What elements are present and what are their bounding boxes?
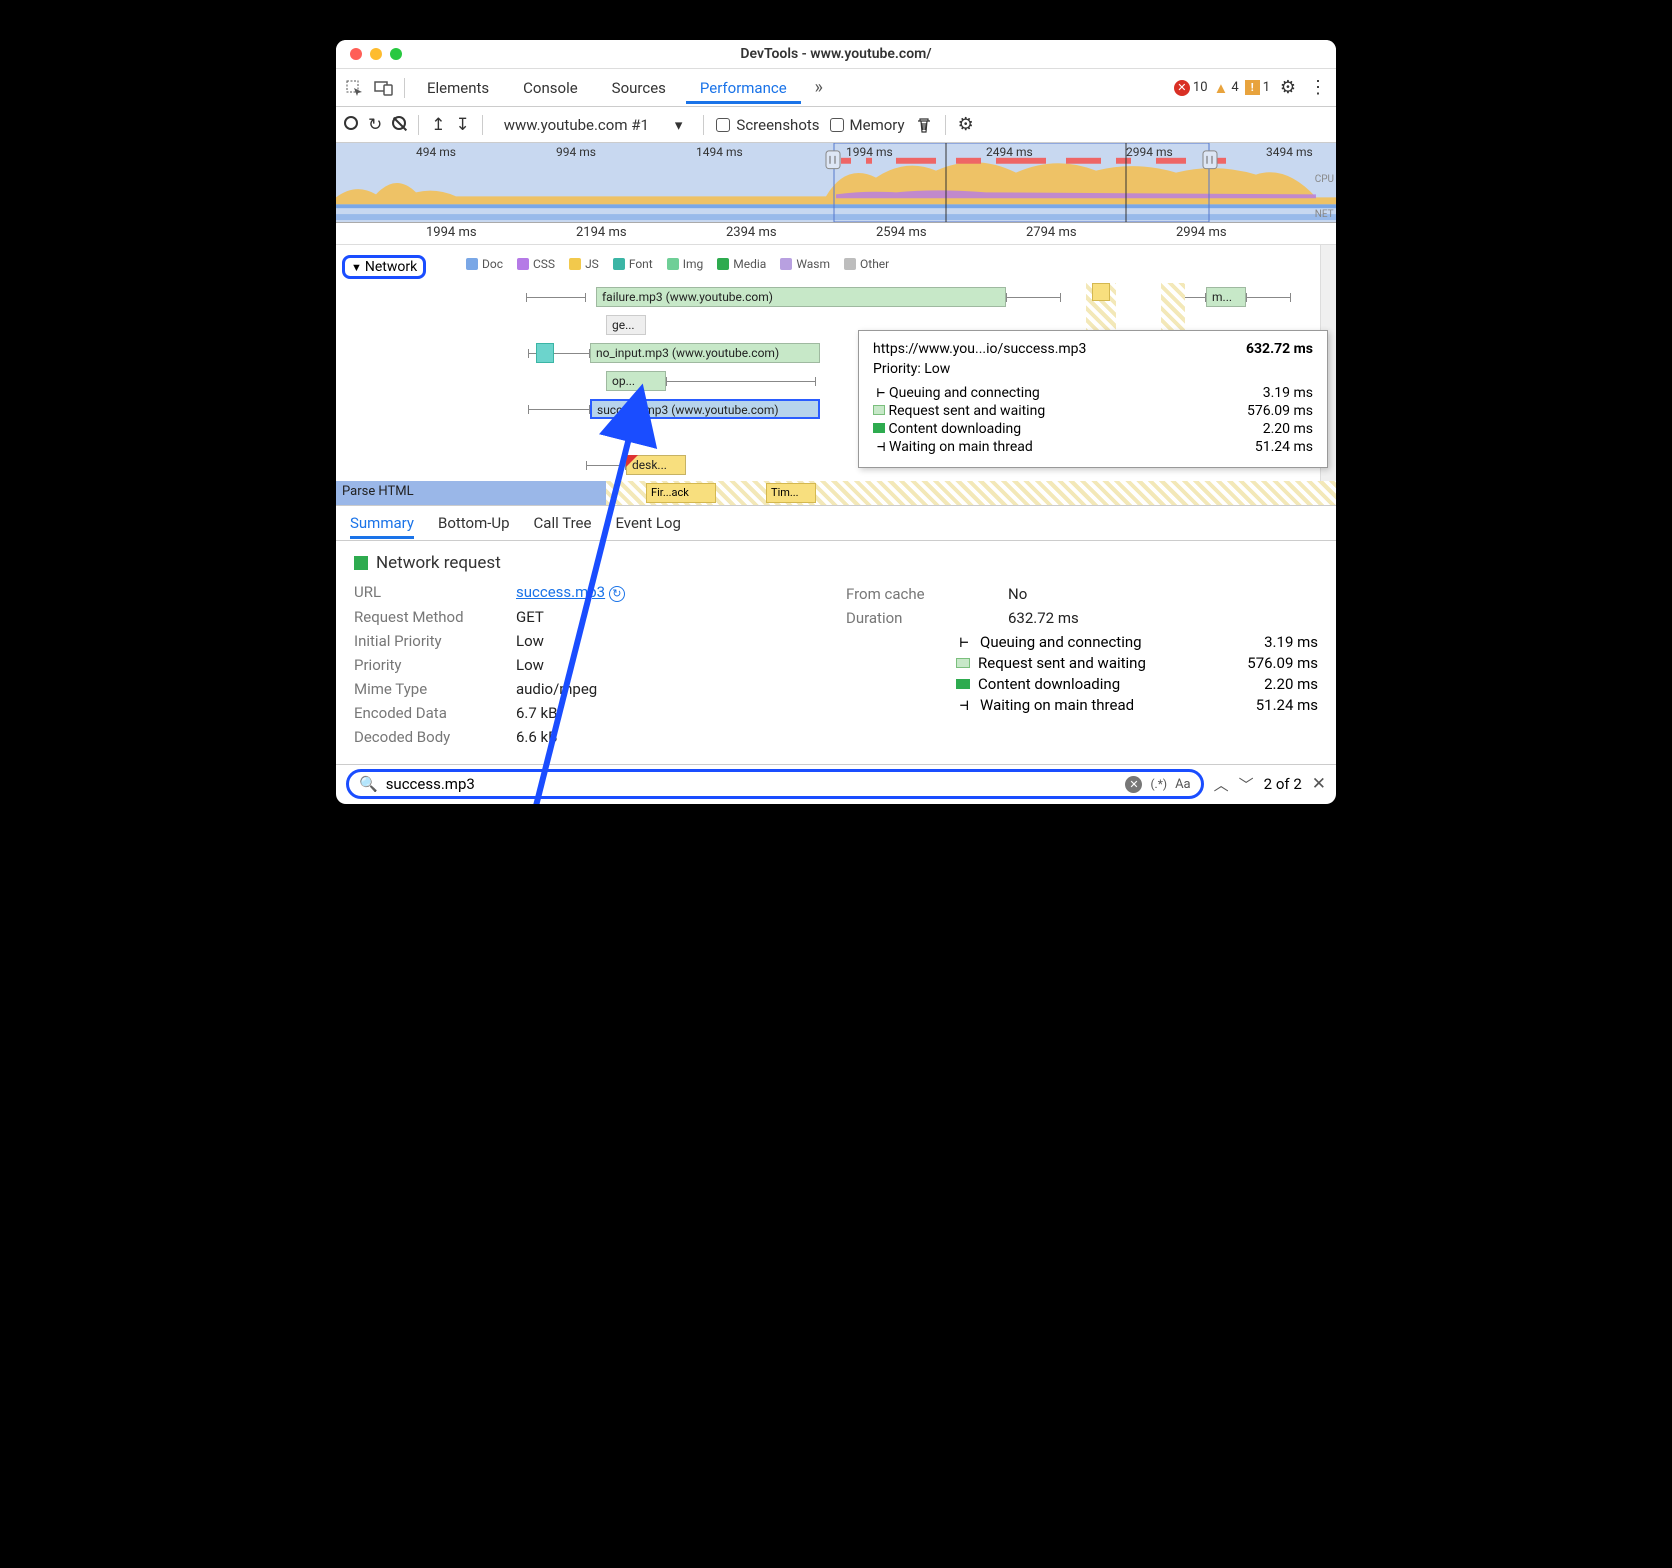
capture-settings-icon[interactable]: ⚙ <box>958 114 974 135</box>
next-match-icon[interactable]: ﹀ <box>1239 774 1254 795</box>
case-toggle[interactable]: Aa <box>1175 777 1191 792</box>
memory-checkbox[interactable]: Memory <box>830 116 905 134</box>
url-link[interactable]: success.mp3 <box>516 583 605 601</box>
prev-match-icon[interactable]: ︿ <box>1214 774 1229 795</box>
summary-panel: Network request URLsuccess.mp3 ↻ Request… <box>336 541 1336 764</box>
tab-sources[interactable]: Sources <box>598 72 680 104</box>
tab-summary[interactable]: Summary <box>350 507 414 539</box>
info-badge[interactable]: !1 <box>1245 80 1270 95</box>
record-icon[interactable] <box>344 116 358 134</box>
more-tabs-icon[interactable]: » <box>807 76 831 100</box>
clear-search-icon[interactable]: ✕ <box>1125 776 1142 793</box>
search-input[interactable] <box>386 775 1118 793</box>
inspect-icon[interactable] <box>342 76 366 100</box>
kebab-icon[interactable]: ⋮ <box>1306 76 1330 100</box>
main-thread-row: Parse HTML Fir...ack Tim... <box>336 481 1336 505</box>
request-bar-noinput[interactable]: no_input.mp3 (www.youtube.com) <box>590 343 820 363</box>
tab-event-log[interactable]: Event Log <box>615 507 680 539</box>
network-track-header[interactable]: ▼Network <box>342 255 426 279</box>
search-icon: 🔍 <box>359 775 378 793</box>
maximize-icon[interactable] <box>390 48 402 60</box>
request-tooltip: https://www.you...io/success.mp3632.72 m… <box>858 330 1328 468</box>
search-box[interactable]: 🔍 ✕ (.*) Aa <box>346 769 1204 799</box>
performance-toolbar: ↻ ↥ ↧ www.youtube.com #1▾ Screenshots Me… <box>336 107 1336 143</box>
screenshots-checkbox[interactable]: Screenshots <box>716 116 819 134</box>
regex-toggle[interactable]: (.*) <box>1150 777 1167 791</box>
details-tab-strip: Summary Bottom-Up Call Tree Event Log <box>336 505 1336 541</box>
upload-icon[interactable]: ↥ <box>431 115 445 135</box>
minimize-icon[interactable] <box>370 48 382 60</box>
overview-minimap[interactable]: 494 ms 994 ms 1494 ms 1994 ms 2494 ms 29… <box>336 143 1336 223</box>
match-count: 2 of 2 <box>1264 775 1302 793</box>
request-bar-m[interactable]: m... <box>1206 287 1246 307</box>
titlebar: DevTools - www.youtube.com/ <box>336 40 1336 69</box>
request-bar-ge[interactable]: ge... <box>606 315 646 335</box>
warnings-badge[interactable]: ▲4 <box>1214 79 1239 97</box>
reload-icon[interactable]: ↻ <box>368 115 382 135</box>
device-toggle-icon[interactable] <box>372 76 396 100</box>
tab-performance[interactable]: Performance <box>686 72 801 104</box>
profile-select[interactable]: www.youtube.com #1▾ <box>495 112 692 138</box>
main-tab-strip: Elements Console Sources Performance » ✕… <box>336 69 1336 107</box>
parse-html-block[interactable]: Parse HTML <box>336 481 606 505</box>
download-icon[interactable]: ↧ <box>456 115 470 135</box>
network-legend: Doc CSS JS Font Img Media Wasm Other <box>466 257 889 271</box>
gc-icon[interactable] <box>915 116 933 134</box>
tab-bottom-up[interactable]: Bottom-Up <box>438 507 510 539</box>
task-fir[interactable]: Fir...ack <box>646 483 716 503</box>
tab-call-tree[interactable]: Call Tree <box>534 507 592 539</box>
task-tim[interactable]: Tim... <box>766 483 816 503</box>
close-icon[interactable] <box>350 48 362 60</box>
request-bar-success[interactable]: success.mp3 (www.youtube.com) <box>590 399 820 419</box>
reveal-icon[interactable]: ↻ <box>609 586 625 602</box>
traffic-lights <box>336 48 402 60</box>
devtools-window: DevTools - www.youtube.com/ Elements Con… <box>336 40 1336 804</box>
request-bar-font[interactable] <box>536 343 554 363</box>
settings-icon[interactable]: ⚙ <box>1276 76 1300 100</box>
tab-console[interactable]: Console <box>509 72 592 104</box>
timeline-ruler[interactable]: 1994 ms 2194 ms 2394 ms 2594 ms 2794 ms … <box>336 223 1336 245</box>
clear-icon[interactable] <box>392 116 406 134</box>
close-search-icon[interactable]: ✕ <box>1312 774 1326 794</box>
errors-badge[interactable]: ✕10 <box>1174 80 1208 96</box>
request-bar-failure[interactable]: failure.mp3 (www.youtube.com) <box>596 287 1006 307</box>
search-bar: 🔍 ✕ (.*) Aa ︿ ﹀ 2 of 2 ✕ <box>336 764 1336 804</box>
request-bar-op[interactable]: op... <box>606 371 666 391</box>
window-title: DevTools - www.youtube.com/ <box>336 46 1336 62</box>
tab-elements[interactable]: Elements <box>413 72 503 104</box>
